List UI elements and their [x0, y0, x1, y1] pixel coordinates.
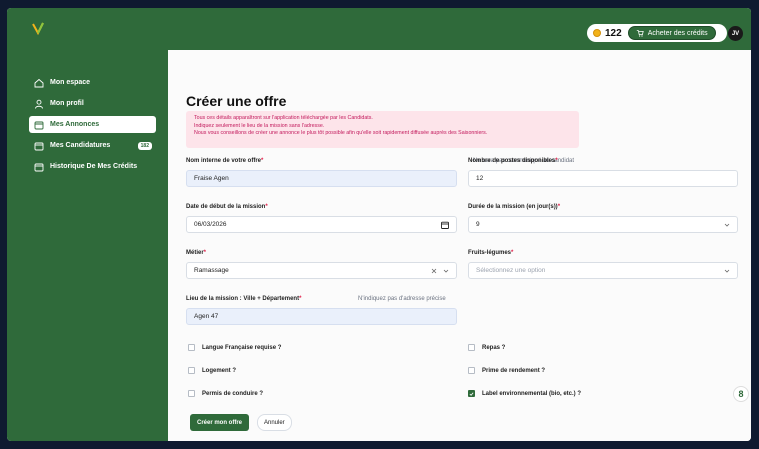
- checkbox-box[interactable]: [468, 367, 475, 374]
- credit-count: 122: [605, 27, 622, 39]
- checkbox-housing[interactable]: Logement ?: [188, 367, 236, 374]
- help-chat-icon[interactable]: 8: [733, 386, 749, 402]
- checkbox-french[interactable]: Langue Française requise ?: [188, 344, 281, 351]
- sidebar-item-label: Mon espace: [50, 79, 91, 86]
- chevron-down-icon: [724, 269, 730, 273]
- duration-select[interactable]: 9: [468, 216, 738, 233]
- checkbox-eco-label[interactable]: Label environnemental (bio, etc.) ?: [468, 390, 581, 397]
- logo-icon: [32, 22, 44, 35]
- sidebar-item-label: Historique De Mes Crédits: [50, 163, 138, 170]
- cancel-button[interactable]: Annuler: [257, 414, 292, 431]
- sidebar-item-mes-annonces[interactable]: Mes Annonces: [29, 116, 156, 133]
- crop-label: Fruits-légumes*: [468, 250, 514, 256]
- sidebar-item-mon-profil[interactable]: Mon profil: [29, 95, 156, 112]
- sidebar-item-historique-credits[interactable]: Historique De Mes Crédits: [29, 158, 156, 175]
- info-line: Nous vous conseillons de créer une annon…: [194, 130, 488, 136]
- internal-name-input[interactable]: Fraise Agen: [186, 170, 457, 187]
- chevron-down-icon: [443, 269, 449, 273]
- job-label: Métier*: [186, 250, 207, 256]
- avatar[interactable]: JV: [728, 26, 743, 41]
- sidebar-item-label: Mon profil: [50, 100, 84, 107]
- checkbox-box[interactable]: [468, 344, 475, 351]
- info-line: Indiquez seulement le lieu de la mission…: [194, 122, 325, 129]
- folder-icon: [34, 121, 44, 129]
- sidebar-item-mon-espace[interactable]: Mon espace: [29, 74, 156, 91]
- crop-select[interactable]: Sélectionnez une option: [468, 262, 738, 279]
- home-icon: [34, 78, 44, 87]
- checkbox-bonus[interactable]: Prime de rendement ?: [468, 367, 545, 374]
- internal-name-label: Nom interne de votre offre*: [186, 158, 264, 164]
- job-select[interactable]: Ramassage: [186, 262, 457, 279]
- coin-icon: [593, 29, 601, 37]
- location-input[interactable]: Agen 47: [186, 308, 457, 325]
- check-icon: [469, 391, 474, 396]
- sidebar-nav: Mon espace Mon profil Mes Annonces Mes C…: [7, 74, 157, 179]
- buy-credits-label: Acheter des crédits: [647, 29, 708, 37]
- location-hint: N'indiquez pas d'adresse précise: [358, 296, 446, 302]
- calendar-icon[interactable]: [441, 221, 449, 229]
- count-badge: 182: [137, 141, 152, 150]
- user-icon: [35, 99, 43, 109]
- location-label: Lieu de la mission : Ville + Département…: [186, 296, 302, 302]
- positions-input[interactable]: 12: [468, 170, 738, 187]
- create-offer-button[interactable]: Créer mon offre: [190, 414, 250, 431]
- positions-label: Nombre de postes disponibles*: [468, 158, 558, 164]
- top-bar: 122 Acheter des crédits JV: [7, 8, 751, 50]
- duration-label: Durée de la mission (en jour(s))*: [468, 204, 561, 210]
- main-content: Créer une offre Tous ces détails apparaî…: [168, 50, 751, 441]
- chevron-down-icon: [724, 223, 730, 227]
- folder-icon: [34, 142, 44, 150]
- checkbox-license[interactable]: Permis de conduire ?: [188, 390, 263, 397]
- info-line: Tous ces détails apparaîtront sur l'appl…: [194, 115, 373, 121]
- cart-icon: [636, 30, 644, 37]
- app-window: 122 Acheter des crédits JV Mon espace Mo…: [7, 8, 751, 441]
- credits-widget: 122 Acheter des crédits: [587, 24, 727, 42]
- checkbox-meals[interactable]: Repas ?: [468, 344, 505, 351]
- checkbox-box-checked[interactable]: [468, 390, 475, 397]
- start-date-label: Date de début de la mission*: [186, 204, 268, 210]
- buy-credits-button[interactable]: Acheter des crédits: [627, 26, 716, 40]
- start-date-input[interactable]: 06/03/2026: [186, 216, 457, 233]
- sidebar-item-mes-candidatures[interactable]: Mes Candidatures 182: [29, 137, 156, 154]
- sidebar-item-label: Mes Annonces: [50, 121, 100, 128]
- checkbox-box[interactable]: [188, 390, 195, 397]
- page-title: Créer une offre: [186, 93, 287, 109]
- info-banner: Tous ces détails apparaîtront sur l'appl…: [186, 111, 579, 148]
- folder-icon: [34, 163, 44, 171]
- checkbox-box[interactable]: [188, 344, 195, 351]
- clear-icon[interactable]: [431, 268, 437, 274]
- sidebar: Mon espace Mon profil Mes Annonces Mes C…: [7, 50, 168, 441]
- sidebar-item-label: Mes Candidatures: [50, 142, 111, 149]
- checkbox-box[interactable]: [188, 367, 195, 374]
